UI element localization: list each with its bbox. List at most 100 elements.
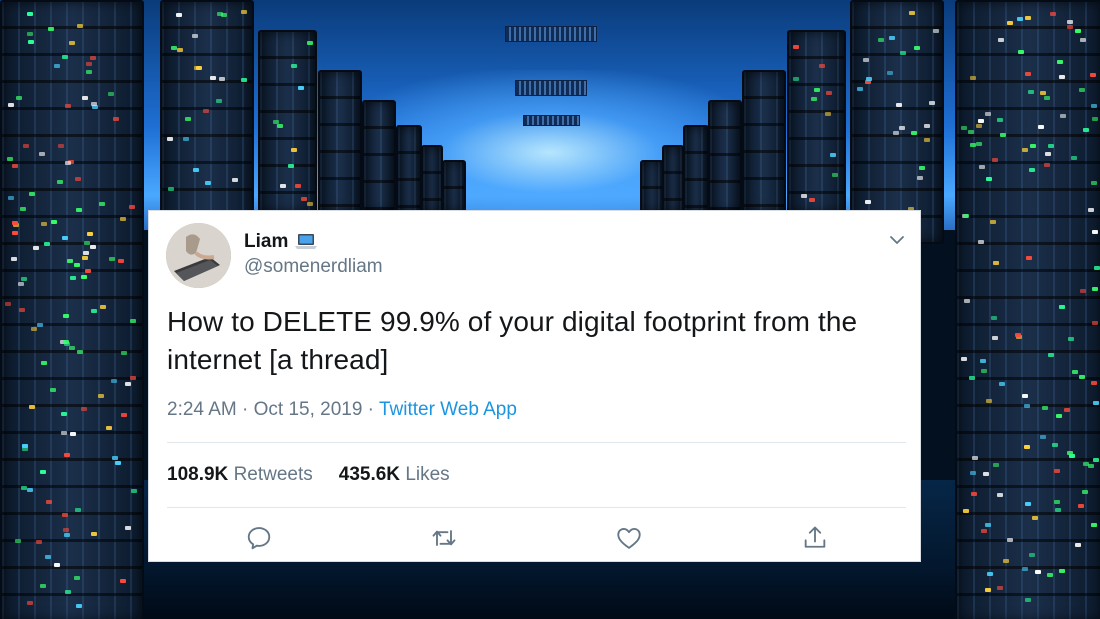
laptop-icon [294,233,318,251]
rack-led [932,28,939,33]
rack-led [85,69,92,74]
rack-led [1032,516,1039,521]
rack-led [1025,255,1032,260]
rack-led [192,168,199,173]
rack-led [298,86,305,91]
tweet-date[interactable]: Oct 15, 2019 [254,399,363,420]
rack-led [27,40,34,45]
rack-led [11,257,18,262]
rack-led [185,116,192,121]
rack-led [40,221,47,226]
rack-led [1074,28,1081,33]
rack-led [26,32,33,37]
rack-led [15,96,22,101]
rack-led [976,123,982,128]
rack-led [980,368,987,373]
rack-led [1044,162,1051,167]
rack-led [991,315,998,320]
retweets-stat[interactable]: 108.9K Retweets [167,464,313,486]
rack-led [830,153,837,158]
rack-led [183,137,190,142]
server-rack [258,30,317,214]
rack-led [1016,16,1023,21]
tweet-actions [149,524,920,556]
rack-led [1080,289,1087,294]
rack-led [1090,380,1097,385]
rack-led [862,57,869,62]
rack-led [908,10,915,15]
rack-led [1048,353,1055,358]
avatar[interactable] [166,223,231,288]
server-rack [850,0,944,244]
tweet-source-link[interactable]: Twitter Web App [379,399,517,420]
rack-led [61,412,68,417]
tweet-card: Liam @somenerdliam How to DELETE 99.9% o… [148,210,921,562]
rack-led [67,258,74,263]
rack-led [86,232,93,237]
rack-led [65,160,72,165]
reply-icon [247,527,271,550]
ceiling-vent [523,115,580,126]
rack-led [983,472,990,477]
rack-led [63,528,70,533]
heart-icon [617,527,641,549]
rack-led [991,157,998,162]
chevron-down-icon[interactable] [888,231,906,249]
rack-led [39,583,46,588]
rack-led [31,326,37,331]
rack-led [125,526,132,531]
rack-led [62,513,69,518]
rack-led [888,35,895,40]
like-button[interactable] [615,524,645,554]
rack-led [928,100,935,105]
rack-led [1049,11,1056,16]
rack-led [22,144,29,149]
display-name[interactable]: Liam [244,231,288,253]
rack-led [967,130,974,135]
reply-button[interactable] [245,524,275,554]
rack-led [1092,320,1099,325]
rack-led [1014,332,1021,337]
display-name-row[interactable]: Liam [244,231,318,253]
rack-led [793,76,800,81]
rack-led [916,175,923,180]
server-rack [442,160,466,214]
rack-led [176,47,183,52]
rack-led [1054,468,1061,473]
rack-led [62,339,69,344]
rack-led [985,399,992,404]
rack-led [11,221,18,226]
rack-led [73,262,80,267]
rack-led [1054,499,1061,504]
rack-led [75,603,82,608]
rack-led [240,10,247,15]
rack-led [895,103,902,108]
rack-led [90,55,97,60]
rack-led [70,276,77,281]
rack-led [1067,451,1074,456]
share-button[interactable] [801,524,831,554]
tweet-stats: 108.9K Retweets 435.6K Likes [167,464,450,486]
rack-led [107,91,114,96]
rack-led [918,165,925,170]
user-handle[interactable]: @somenerdliam [244,256,383,278]
rack-led [73,575,80,580]
rack-led [977,118,984,123]
rack-led [26,11,33,16]
retweet-button[interactable] [430,524,460,554]
rack-led [978,240,985,244]
rack-led [864,200,871,205]
rack-led [968,375,975,380]
rack-led [1021,147,1028,152]
likes-count: 435.6K [338,464,401,485]
rack-led [68,346,75,351]
rack-led [44,554,51,559]
likes-stat[interactable]: 435.6K Likes [339,464,450,486]
rack-led [987,572,994,577]
rack-led [77,350,84,355]
rack-led [280,184,287,189]
rack-led [76,208,83,213]
rack-led [1088,463,1095,468]
rack-led [1007,538,1014,543]
tweet-time[interactable]: 2:24 AM [167,399,237,420]
